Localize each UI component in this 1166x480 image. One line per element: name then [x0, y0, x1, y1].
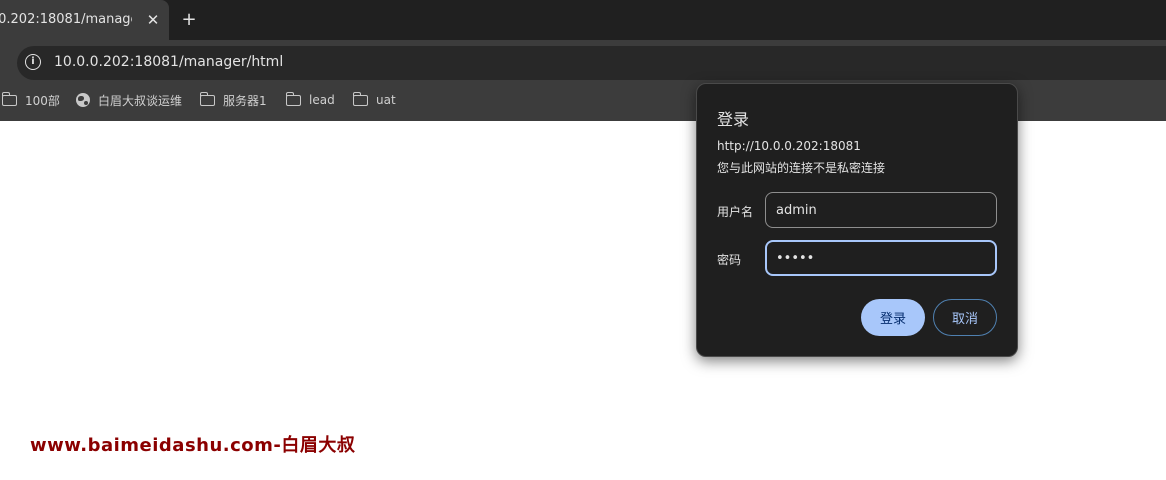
bookmark-uat[interactable]: uat — [352, 88, 396, 112]
password-label: 密码 — [717, 253, 742, 267]
login-dialog: 登录 http://10.0.0.202:18081 您与此网站的连接不是私密连… — [696, 83, 1018, 357]
username-label: 用户名 — [717, 205, 754, 219]
watermark: www.baimeidashu.com-白眉大叔 — [30, 435, 356, 456]
password-input[interactable] — [765, 240, 997, 276]
bookmark-server1[interactable]: 服务器1 — [199, 88, 267, 112]
username-input[interactable] — [765, 192, 997, 228]
tab-title: .0.202:18081/manager/ht — [0, 12, 132, 27]
new-tab-icon[interactable]: + — [178, 8, 200, 32]
url-text[interactable]: 10.0.0.202:18081/manager/html — [54, 54, 283, 70]
bookmark-baimeidashu[interactable]: 白眉大叔谈运维 — [76, 88, 182, 112]
bookmark-100bu[interactable]: 100部 — [1, 88, 60, 112]
tab-close-icon[interactable]: ✕ — [144, 9, 162, 31]
dialog-title: 登录 — [717, 110, 750, 129]
folder-icon — [285, 91, 301, 106]
tab-strip: .0.202:18081/manager/ht ✕ + — [0, 0, 1166, 40]
dialog-origin: http://10.0.0.202:18081 — [717, 139, 861, 153]
login-button[interactable]: 登录 — [861, 299, 925, 336]
browser-tab[interactable]: .0.202:18081/manager/ht ✕ — [0, 0, 169, 40]
folder-icon — [1, 91, 17, 106]
cancel-button[interactable]: 取消 — [933, 299, 997, 336]
folder-icon — [199, 91, 215, 106]
bookmark-label: 服务器1 — [223, 93, 267, 108]
globe-icon — [76, 93, 90, 107]
dialog-warning: 您与此网站的连接不是私密连接 — [717, 161, 886, 175]
bookmark-label: 100部 — [25, 93, 60, 108]
bookmark-label: 白眉大叔谈运维 — [98, 93, 183, 108]
bookmark-label: uat — [376, 93, 396, 107]
bookmark-label: lead — [309, 93, 335, 107]
site-info-icon[interactable]: i — [25, 54, 41, 70]
bookmark-lead[interactable]: lead — [285, 88, 335, 112]
address-bar[interactable]: i 10.0.0.202:18081/manager/html — [17, 46, 1166, 80]
folder-icon — [352, 91, 368, 106]
